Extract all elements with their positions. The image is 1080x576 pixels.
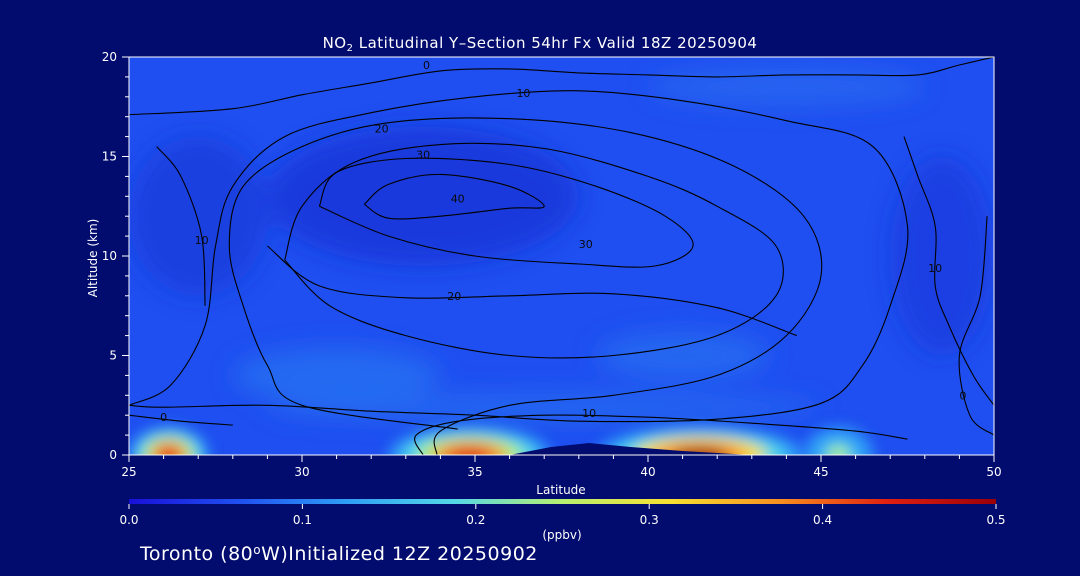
x-tick-label-35: 35 xyxy=(467,465,482,479)
footer-init: W)Initialized 12Z 20250902 xyxy=(261,543,538,565)
y-tick-label-10: 10 xyxy=(102,249,117,263)
colorbar-tick-label: 0.2 xyxy=(466,513,485,527)
plot-area: 0 10 20 30 30 40 20 10 10 10 0 0 xyxy=(129,57,994,455)
colorbar-tick-label: 0.1 xyxy=(293,513,312,527)
contour-label-10: 10 xyxy=(928,262,942,275)
contour-label-0: 0 xyxy=(160,411,167,424)
colorbar-tick-label: 0.0 xyxy=(119,513,138,527)
field-texture-patch xyxy=(596,331,770,380)
field-texture-patch xyxy=(232,347,441,404)
contour-label-20: 20 xyxy=(375,123,389,136)
colorbar: 0.0 0.1 0.2 0.3 0.4 0.5 xyxy=(119,499,1006,527)
chart-title: NO2 Latitudinal Y–Section 54hr Fx Valid … xyxy=(0,34,1080,54)
x-axis-label: Latitude xyxy=(536,483,585,497)
y-tick-label-0: 0 xyxy=(109,448,117,462)
y-axis-label: Altitude (km) xyxy=(86,219,100,298)
contour-label-40: 40 xyxy=(451,192,465,205)
x-tick-label-30: 30 xyxy=(294,465,309,479)
title-species: NO xyxy=(322,34,347,52)
contour-label-0: 0 xyxy=(959,389,966,402)
footer-location: Toronto (80 xyxy=(140,543,254,565)
colorbar-tick-label: 0.3 xyxy=(640,513,659,527)
field-texture-patch xyxy=(648,66,925,107)
colorbar-ticks: 0.0 0.1 0.2 0.3 0.4 0.5 xyxy=(119,504,1006,527)
y-axis: 05101520 xyxy=(102,50,129,462)
footer-run-info: Toronto (80oW)Initialized 12Z 20250902 xyxy=(140,543,538,565)
x-axis: 25 30 35 40 45 50 xyxy=(121,455,1002,479)
colorbar-strip xyxy=(129,499,996,504)
y-tick-label-5: 5 xyxy=(109,349,117,363)
contour-label-30: 30 xyxy=(579,238,593,251)
colorbar-unit: (ppbv) xyxy=(542,528,581,542)
contour-label-10: 10 xyxy=(516,87,530,100)
degree-symbol: o xyxy=(253,543,262,557)
x-tick-label-25: 25 xyxy=(121,465,136,479)
x-tick-label-40: 40 xyxy=(640,465,655,479)
x-tick-label-45: 45 xyxy=(813,465,828,479)
x-tick-label-50: 50 xyxy=(986,465,1001,479)
contour-label-10: 10 xyxy=(195,234,209,247)
y-tick-label-15: 15 xyxy=(102,150,117,164)
contour-label-30: 30 xyxy=(416,149,430,162)
colorbar-tick-label: 0.4 xyxy=(813,513,832,527)
no2-cross-section-chart: 0 10 20 30 30 40 20 10 10 10 0 0 25 30 35 40 45 50 0 5 10 1… xyxy=(86,50,1006,542)
field-texture-patch xyxy=(129,136,268,296)
title-text: Latitudinal Y–Section 54hr Fx Valid 18Z … xyxy=(353,34,758,52)
contour-label-20: 20 xyxy=(447,290,461,303)
contour-label-10: 10 xyxy=(582,407,596,420)
contour-label-0: 0 xyxy=(423,59,430,72)
colorbar-tick-label: 0.5 xyxy=(986,513,1005,527)
